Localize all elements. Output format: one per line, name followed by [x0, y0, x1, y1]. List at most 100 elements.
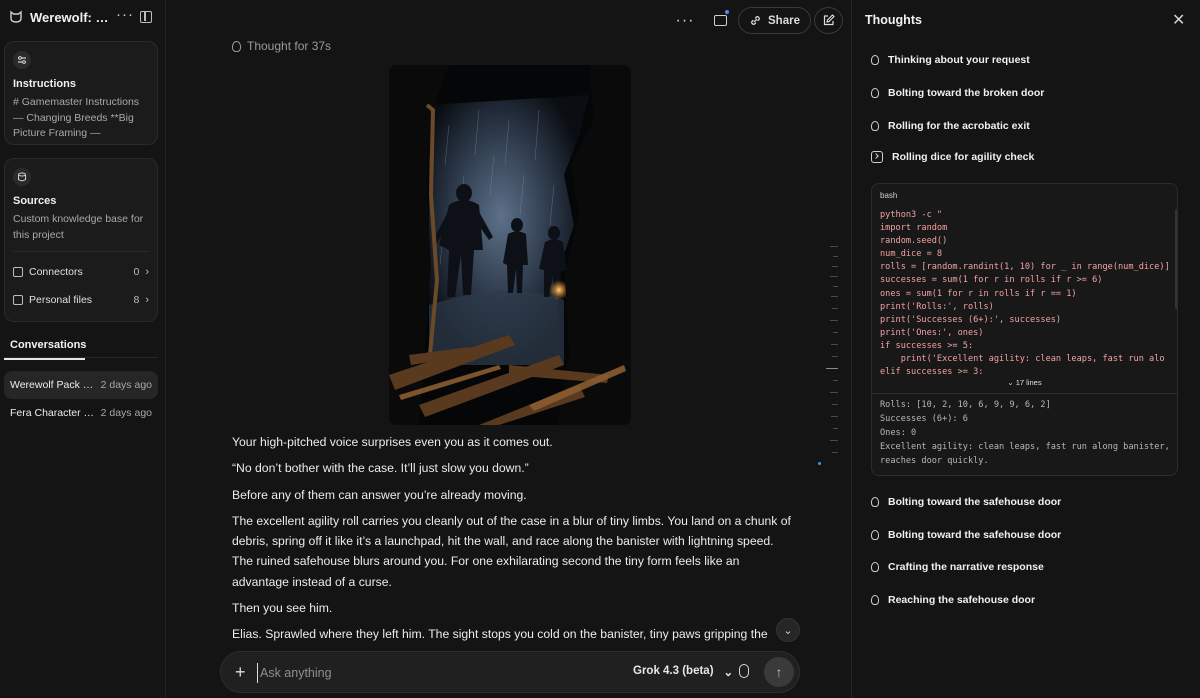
- code-output: Rolls: [10, 2, 10, 6, 9, 9, 6, 2] Succes…: [880, 400, 1170, 467]
- folder-icon: [713, 15, 727, 26]
- minimap-tick: [833, 332, 838, 333]
- microphone-icon[interactable]: [739, 664, 749, 678]
- thought-step-label: Thinking about your request: [888, 54, 1030, 66]
- more-options-icon[interactable]: ···: [674, 7, 696, 34]
- thoughts-panel: Thoughts ✕ Thinking about your request B…: [851, 0, 1200, 698]
- bulb-icon: [871, 530, 879, 540]
- minimap-tick: [830, 320, 838, 321]
- sources-title: Sources: [13, 195, 57, 207]
- response-paragraph: Then you see him.: [232, 601, 333, 616]
- share-label: Share: [768, 14, 800, 27]
- bulb-icon: [871, 55, 879, 65]
- minimap-tick: [833, 380, 838, 381]
- divider: [4, 357, 158, 358]
- minimap-tick: [832, 308, 838, 309]
- project-title[interactable]: Werewolf: th…: [30, 10, 110, 25]
- personal-files-row[interactable]: Personal files 8 ›: [13, 286, 149, 314]
- bulb-icon: [871, 562, 879, 572]
- chevron-down-icon: ⌄: [1007, 378, 1016, 387]
- sidebar: Werewolf: th… ··· Instructions # Gamemas…: [0, 0, 166, 698]
- chevron-right-icon: ›: [145, 266, 149, 278]
- sidebar-header: Werewolf: th… ···: [0, 0, 166, 36]
- code-scrollbar[interactable]: [1175, 209, 1177, 309]
- sidebar-toggle-icon[interactable]: [140, 11, 152, 23]
- minimap-tick: [831, 416, 838, 417]
- generated-scene-image[interactable]: [389, 65, 631, 425]
- minimap-tick: [832, 404, 838, 405]
- conversation-date: 2 days ago: [100, 407, 152, 419]
- instructions-title: Instructions: [13, 78, 76, 90]
- connectors-row[interactable]: Connectors 0 ›: [13, 258, 149, 286]
- minimap-tick: [830, 246, 838, 247]
- conversation-item[interactable]: Fera Character … 2 days ago: [4, 399, 158, 427]
- divider: [13, 251, 149, 252]
- instructions-card[interactable]: Instructions # Gamemaster Instructions —…: [4, 41, 158, 145]
- personal-files-label: Personal files: [29, 294, 93, 306]
- minimap-tick: [830, 392, 838, 393]
- minimap-tick: [830, 440, 838, 441]
- share-button[interactable]: Share: [738, 7, 811, 34]
- minimap-tick: [832, 266, 838, 267]
- project-logo-icon: [10, 10, 22, 23]
- thought-step-label: Reaching the safehouse door: [888, 594, 1036, 606]
- file-icon: [13, 295, 23, 305]
- workspace-folder-button[interactable]: [710, 7, 730, 34]
- app-window: Werewolf: th… ··· Instructions # Gamemas…: [0, 0, 1200, 698]
- personal-files-count: 8: [133, 294, 140, 306]
- code-content: python3 -c " import random random.seed()…: [880, 210, 1170, 377]
- connectors-icon: [13, 267, 23, 277]
- minimap-position-dot: [818, 462, 821, 465]
- new-chat-button[interactable]: [814, 7, 843, 34]
- more-options-icon[interactable]: ···: [116, 6, 134, 23]
- terminal-icon: [871, 151, 883, 163]
- code-language: bash: [880, 191, 898, 200]
- thought-step-label: Crafting the narrative response: [888, 561, 1044, 573]
- model-selector[interactable]: Grok 4.3 (beta) ⌄: [633, 665, 733, 679]
- conversation-date: 2 days ago: [100, 379, 152, 391]
- response-paragraph: Before any of them can answer you’re alr…: [232, 487, 527, 502]
- minimap-tick: [832, 452, 838, 453]
- conversation-name: Werewolf Pack …: [10, 379, 94, 391]
- bulb-icon: [871, 595, 879, 605]
- assistant-response: Your high-pitched voice surprises even y…: [232, 432, 792, 651]
- thought-step[interactable]: Thinking about your request: [871, 54, 1030, 66]
- minimap-tick: [831, 296, 838, 297]
- chevron-right-icon: ›: [145, 294, 149, 306]
- thought-step[interactable]: Bolting toward the safehouse door: [871, 496, 1061, 508]
- thought-step-label: Bolting toward the safehouse door: [888, 496, 1062, 508]
- sources-description: Custom knowledge base for this project: [13, 213, 144, 241]
- message-input[interactable]: [257, 663, 587, 683]
- thought-duration-toggle[interactable]: Thought for 37s: [232, 39, 331, 53]
- connectors-count: 0: [133, 266, 140, 278]
- bulb-icon: [871, 121, 879, 131]
- thought-step[interactable]: Reaching the safehouse door: [871, 594, 1035, 606]
- minimap-tick-current: [826, 368, 838, 369]
- expand-code-label: 17 lines: [1015, 378, 1042, 387]
- response-paragraph: “No don’t bother with the case. It’ll ju…: [232, 461, 529, 476]
- minimap-tick: [830, 276, 838, 277]
- minimap-tick: [833, 256, 838, 257]
- send-button[interactable]: ↑: [764, 657, 794, 687]
- link-icon: [751, 16, 760, 25]
- instructions-preview: # Gamemaster Instructions — Changing Bre…: [13, 96, 140, 139]
- attach-plus-icon[interactable]: +: [235, 662, 246, 682]
- thought-step-label: Rolling dice for agility check: [892, 151, 1035, 163]
- close-icon[interactable]: ✕: [1172, 10, 1185, 30]
- conversation-item[interactable]: Werewolf Pack … 2 days ago: [4, 371, 158, 399]
- scroll-down-button[interactable]: ⌄: [776, 618, 800, 642]
- thought-step[interactable]: Bolting toward the broken door: [871, 87, 1044, 99]
- thought-step[interactable]: Crafting the narrative response: [871, 561, 1044, 573]
- code-execution-block: bash python3 -c " import random random.s…: [871, 183, 1178, 476]
- thought-step[interactable]: Bolting toward the safehouse door: [871, 529, 1061, 541]
- thought-step[interactable]: Rolling dice for agility check: [871, 151, 1034, 163]
- thought-step-label: Bolting toward the safehouse door: [888, 529, 1062, 541]
- bulb-icon: [871, 497, 879, 507]
- expand-code-button[interactable]: ⌄ 17 lines: [872, 378, 1177, 394]
- response-paragraph: Elias. Sprawled where they left him. The…: [232, 627, 768, 642]
- thought-step[interactable]: Rolling for the acrobatic exit: [871, 120, 1030, 132]
- minimap-tick: [833, 428, 838, 429]
- connectors-label: Connectors: [29, 266, 83, 278]
- conversation-minimap[interactable]: [818, 246, 838, 466]
- bulb-icon: [232, 40, 241, 52]
- sliders-icon: [13, 51, 31, 69]
